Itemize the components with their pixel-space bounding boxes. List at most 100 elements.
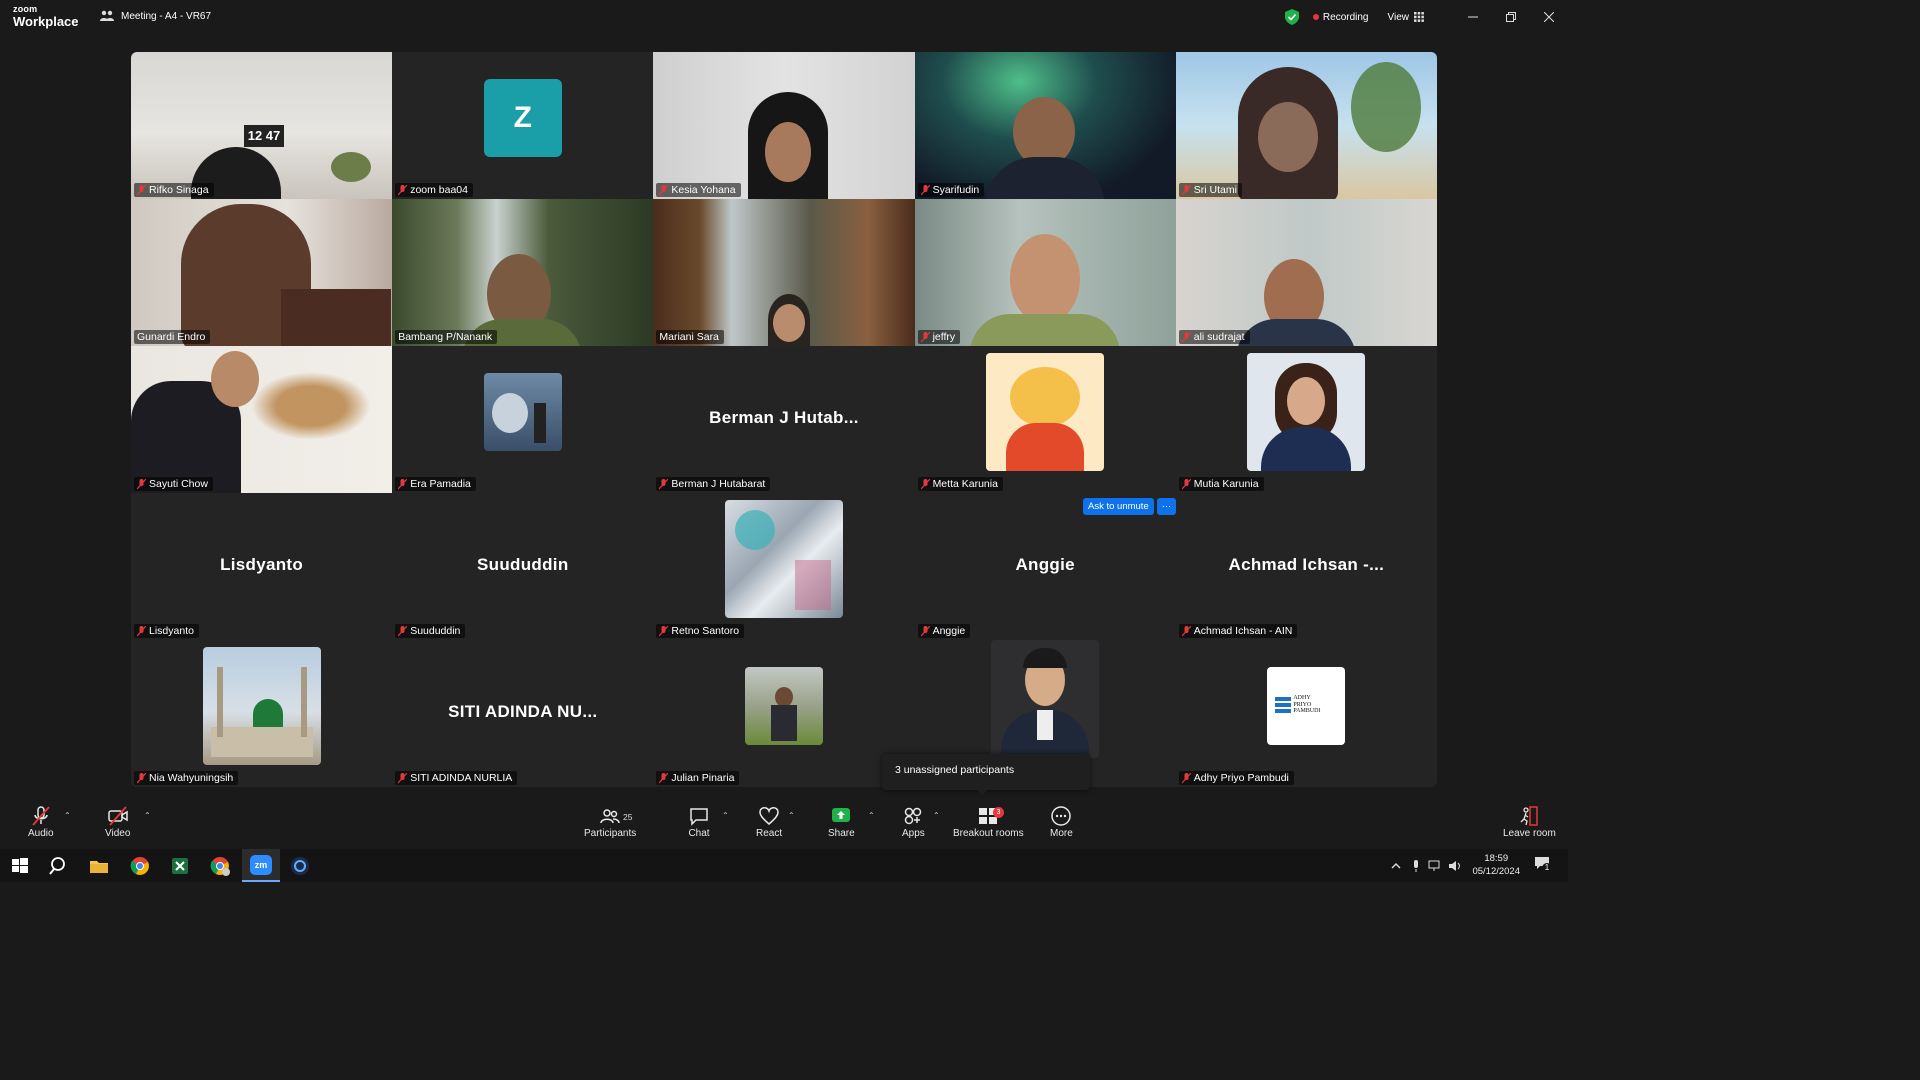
participant-tile-active-speaker[interactable]: Mariani Sara xyxy=(653,199,915,346)
recording-label: Recording xyxy=(1322,11,1369,23)
participant-name: zoom baa04 xyxy=(410,184,468,196)
taskbar-clock[interactable]: 18:59 05/12/2024 xyxy=(1472,853,1520,879)
participant-name: Anggie xyxy=(932,625,966,637)
video-feed xyxy=(131,346,393,493)
video-gallery: 12 47 Rifko Sinaga Z zoom baa04 Kesia Yo… xyxy=(131,52,1437,787)
participant-tile[interactable]: Achmad Ichsan -... Achmad Ichsan - AIN xyxy=(1175,493,1437,640)
muted-mic-icon xyxy=(137,184,146,195)
chat-options-chevron-icon[interactable]: ⌃ xyxy=(722,811,729,820)
file-explorer-icon[interactable] xyxy=(88,855,110,877)
microphone-icon[interactable] xyxy=(1410,859,1422,873)
participant-name: Sayuti Chow xyxy=(149,478,208,490)
hover-controls: Ask to unmute ··· xyxy=(1083,498,1177,515)
participant-tile[interactable]: Syarifudin xyxy=(914,52,1176,199)
audio-button[interactable]: Audio xyxy=(28,805,54,839)
participant-tile[interactable]: Suududdin Suududdin xyxy=(392,493,654,640)
video-feed xyxy=(914,199,1176,346)
share-button[interactable]: Share xyxy=(828,805,855,839)
share-screen-icon xyxy=(832,808,851,822)
minimize-button[interactable] xyxy=(1454,0,1492,34)
zoom-taskbar-button[interactable]: zm xyxy=(242,849,280,882)
video-feed xyxy=(653,52,915,199)
recording-indicator[interactable]: Recording xyxy=(1312,11,1369,23)
search-icon[interactable] xyxy=(48,855,70,877)
share-options-chevron-icon[interactable]: ⌃ xyxy=(868,811,875,820)
participant-tile[interactable]: Z zoom baa04 xyxy=(392,52,654,199)
participant-tile[interactable]: Metta Karunia xyxy=(914,346,1176,493)
more-button[interactable]: More xyxy=(1050,805,1073,839)
volume-icon[interactable] xyxy=(1448,860,1462,872)
react-button[interactable]: React xyxy=(756,805,782,839)
participant-display-name: Suududdin xyxy=(477,554,569,574)
participant-tile[interactable]: Mutia Karunia xyxy=(1175,346,1437,493)
profile-photo xyxy=(991,640,1100,758)
participant-tile[interactable]: ali sudrajat xyxy=(1175,199,1437,346)
participant-display-name: Achmad Ichsan -... xyxy=(1228,554,1385,574)
react-options-chevron-icon[interactable]: ⌃ xyxy=(788,811,795,820)
participant-name: Mariani Sara xyxy=(659,331,719,343)
chat-button[interactable]: Chat xyxy=(688,805,710,839)
apps-options-chevron-icon[interactable]: ⌃ xyxy=(933,811,940,820)
view-button[interactable]: View xyxy=(1388,12,1425,23)
muted-mic-icon xyxy=(1181,478,1191,489)
excel-icon[interactable] xyxy=(169,855,191,877)
profile-photo xyxy=(744,667,823,746)
react-label: React xyxy=(756,828,783,839)
participant-tile[interactable]: 12 47 Rifko Sinaga xyxy=(131,52,393,199)
audio-options-chevron-icon[interactable]: ⌃ xyxy=(64,811,71,820)
participant-nameplate: Retno Santoro xyxy=(656,624,745,638)
leave-room-label: Leave room xyxy=(1503,828,1556,839)
participant-nameplate: Bambang P/Nanank xyxy=(395,330,498,344)
participant-tile[interactable]: Lisdyanto Lisdyanto xyxy=(131,493,393,640)
notification-center-button[interactable]: 1 xyxy=(1534,856,1554,876)
participant-tile[interactable]: Kesia Yohana xyxy=(653,52,915,199)
shield-icon[interactable] xyxy=(1284,9,1299,25)
participant-tile[interactable]: Era Pamadia xyxy=(392,346,654,493)
more-options-button[interactable]: ··· xyxy=(1156,498,1177,515)
participant-tile[interactable]: jeffry xyxy=(914,199,1176,346)
share-label: Share xyxy=(828,828,855,839)
heart-icon xyxy=(759,807,779,825)
participant-tile[interactable]: Berman J Hutab... Berman J Hutabarat xyxy=(653,346,915,493)
participants-button[interactable]: Participants xyxy=(584,805,636,839)
restore-button[interactable] xyxy=(1492,0,1530,34)
profile-photo xyxy=(986,353,1105,472)
participant-tile[interactable]: Sri Utami xyxy=(1175,52,1437,199)
leave-room-icon xyxy=(1520,806,1539,826)
muted-mic-icon xyxy=(659,625,669,636)
participant-tile[interactable]: Gunardi Endro xyxy=(131,199,393,346)
profile-photo xyxy=(202,647,321,766)
muted-mic-icon xyxy=(920,331,930,342)
chrome-profile-icon[interactable] xyxy=(209,855,231,877)
participant-nameplate: Rifko Sinaga xyxy=(134,183,214,197)
video-options-chevron-icon[interactable]: ⌃ xyxy=(144,811,151,820)
participant-tile[interactable]: Sayuti Chow xyxy=(131,346,393,493)
browser-app-icon[interactable] xyxy=(289,855,311,877)
ask-to-unmute-button[interactable]: Ask to unmute xyxy=(1083,498,1154,515)
breakout-rooms-button[interactable]: Breakout rooms xyxy=(953,805,1024,839)
participant-tile[interactable]: Julian Pinaria xyxy=(653,640,915,787)
network-icon[interactable] xyxy=(1428,860,1442,872)
apps-button[interactable]: Apps xyxy=(902,805,925,839)
participant-name: Mutia Karunia xyxy=(1193,478,1259,490)
participant-tile[interactable]: Retno Santoro xyxy=(653,493,915,640)
participant-tile[interactable]: SITI ADINDA NU... SITI ADINDA NURLIA xyxy=(392,640,654,787)
chrome-icon[interactable] xyxy=(129,855,151,877)
windows-start-icon[interactable] xyxy=(9,855,31,877)
video-button[interactable]: Video xyxy=(105,805,130,839)
close-button[interactable] xyxy=(1530,0,1568,34)
participant-name: Rifko Sinaga xyxy=(149,184,209,196)
participant-tile[interactable]: Bambang P/Nanank xyxy=(392,199,654,346)
unassigned-participants-tooltip[interactable]: 3 unassigned participants xyxy=(882,754,1090,795)
participant-name: Nia Wahyuningsih xyxy=(149,772,234,784)
participant-tile[interactable]: Nia Wahyuningsih xyxy=(131,640,393,787)
meeting-info[interactable]: Meeting - A4 - VR67 xyxy=(100,10,211,22)
leave-room-button[interactable]: Leave room xyxy=(1503,805,1556,839)
muted-mic-icon xyxy=(920,625,930,636)
participant-tile[interactable]: Anggie Anggie xyxy=(914,493,1176,640)
participant-tile[interactable]: ADHY PRIYO PAMBUDI Adhy Priyo Pambudi xyxy=(1175,640,1437,787)
chevron-up-icon[interactable] xyxy=(1390,860,1402,872)
participant-name: Suududdin xyxy=(410,625,461,637)
muted-mic-icon xyxy=(659,478,669,489)
participant-nameplate: Suududdin xyxy=(395,624,466,638)
